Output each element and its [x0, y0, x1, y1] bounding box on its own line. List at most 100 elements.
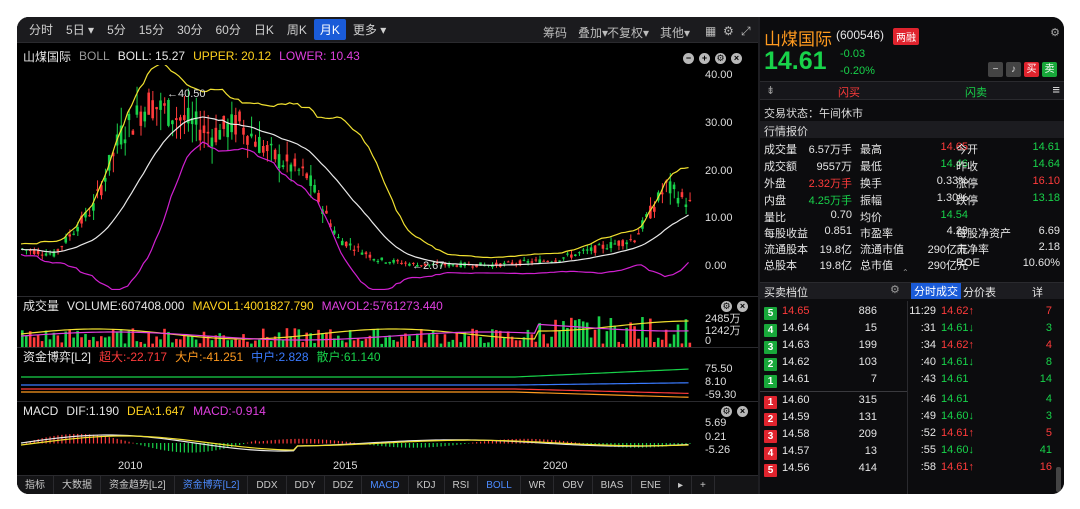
candle-body: [384, 262, 387, 264]
tick-time: :40: [920, 356, 936, 368]
gear-icon[interactable]: ⚙: [715, 52, 726, 64]
volume-bar: [435, 334, 439, 348]
ask-level-1: 1: [764, 375, 777, 388]
candle-body: [340, 240, 344, 246]
period-tab-2[interactable]: 5分: [101, 19, 132, 40]
macd-bar: [57, 435, 59, 444]
add-icon[interactable]: +: [692, 475, 715, 494]
macd-bar: [448, 443, 450, 446]
indicator-tab-5[interactable]: DDY: [287, 475, 325, 494]
bid-level-4: 4: [764, 447, 777, 460]
tick-time: :46: [920, 393, 936, 405]
indicator-tab-10[interactable]: BOLL: [478, 475, 521, 494]
period-tab-3[interactable]: 15分: [133, 19, 170, 40]
indicator-tab-2[interactable]: 资金趋势[L2]: [101, 475, 175, 494]
chevron-right-icon[interactable]: ▸: [670, 475, 692, 494]
candle-body: [32, 249, 36, 255]
last-price: 14.61: [764, 47, 827, 75]
gear-icon[interactable]: ⚙: [1050, 26, 1060, 39]
indicator-tab-9[interactable]: RSI: [445, 475, 479, 494]
period-tab-8[interactable]: 月K: [313, 19, 346, 40]
macd-bar: [112, 437, 114, 444]
indicator-tab-13[interactable]: BIAS: [593, 475, 633, 494]
indicator-select[interactable]: BOLL: [79, 49, 110, 63]
candle-body: [139, 111, 143, 126]
tab-detail[interactable]: 详: [1032, 284, 1043, 300]
indicator-tab-8[interactable]: KDJ: [409, 475, 445, 494]
tick-time: :58: [920, 461, 936, 473]
book-price: 14.61: [782, 373, 810, 385]
bell-icon[interactable]: ♪: [1006, 62, 1021, 77]
candle-body: [281, 165, 285, 168]
macd-bar: [124, 440, 126, 444]
period-tab-1[interactable]: 5日 ▾: [60, 19, 100, 40]
period-tab-9[interactable]: 更多 ▾: [347, 19, 392, 40]
volume-bar: [672, 334, 676, 348]
collapse-icon[interactable]: ⌃: [902, 268, 909, 277]
stat-4-2: 均价: [860, 212, 882, 224]
indicator-tab-4[interactable]: DDX: [248, 475, 287, 494]
candle-body: [680, 192, 684, 198]
sell-icon[interactable]: 卖: [1042, 62, 1057, 77]
flash-buy-button[interactable]: 闪买: [838, 84, 860, 100]
macd-bar: [416, 443, 418, 448]
buy-icon[interactable]: 买: [1024, 62, 1039, 77]
gear-icon[interactable]: ⚙: [890, 283, 900, 296]
fund-mid: 中户:2.828: [251, 350, 309, 364]
macd-bar: [262, 441, 264, 444]
book-price: 14.63: [782, 339, 810, 351]
candle-body: [206, 131, 210, 134]
toolbar-right-3[interactable]: 其他▾: [654, 22, 696, 43]
scrollbar[interactable]: [1056, 467, 1061, 492]
kline-chart[interactable]: ←40.50←2.67CSSSSSSSSSSCCSSSSSSS: [17, 65, 707, 299]
macd-bar: [436, 443, 438, 447]
indicator-tab-3[interactable]: 资金博弈[L2]: [175, 475, 249, 494]
macd-bar: [140, 443, 142, 446]
period-tab-6[interactable]: 日K: [248, 19, 280, 40]
indicator-tab-1[interactable]: 大数据: [54, 475, 101, 494]
indicator-tab-6[interactable]: DDZ: [325, 475, 363, 494]
volume-bar: [684, 319, 688, 348]
gear-icon[interactable]: ⚙: [721, 405, 732, 417]
book-volume: 209: [858, 428, 877, 440]
period-tab-0[interactable]: 分时: [23, 19, 59, 40]
candle-body: [688, 199, 692, 201]
close-icon[interactable]: ×: [737, 405, 748, 417]
menu-icon[interactable]: ≡: [1052, 82, 1060, 97]
minus-icon[interactable]: −: [683, 52, 694, 64]
period-tab-5[interactable]: 60分: [209, 19, 246, 40]
toolbar-right-0[interactable]: 筹码: [537, 22, 573, 43]
tick-volume: 4: [1045, 339, 1052, 351]
candle-body: [265, 145, 269, 152]
toolbar-right-2[interactable]: 不复权▾: [601, 22, 655, 43]
macd-bar: [476, 442, 478, 444]
x-axis-label: 2010: [118, 460, 143, 472]
expand-icon[interactable]: ⤢: [735, 22, 757, 41]
indicator-tab-14[interactable]: ENE: [632, 475, 670, 494]
macd-bar: [144, 443, 146, 447]
fund-title: 资金博弈[L2]: [23, 350, 92, 364]
tab-tick-trades[interactable]: 分时成交: [911, 283, 961, 299]
minus-icon[interactable]: −: [988, 62, 1003, 77]
flash-sell-button[interactable]: 闪卖: [965, 84, 987, 100]
candle-body: [344, 241, 348, 247]
indicator-tab-7[interactable]: MACD: [362, 475, 409, 494]
ask-level-4: 4: [764, 324, 777, 337]
macd-bar: [349, 442, 351, 444]
candle-body: [554, 260, 557, 262]
tick-price: 14.61↓: [941, 356, 975, 368]
macd-bar: [191, 443, 193, 453]
candle-body: [159, 100, 162, 110]
indicator-tab-0[interactable]: 指标: [17, 475, 54, 494]
close-icon[interactable]: ×: [731, 52, 742, 64]
plus-icon[interactable]: +: [699, 52, 710, 64]
indicator-tab-11[interactable]: WR: [521, 475, 555, 494]
macd-bar: [243, 443, 245, 445]
macd-bar: [318, 439, 320, 444]
indicator-tab-12[interactable]: OBV: [554, 475, 593, 494]
period-tab-7[interactable]: 周K: [281, 19, 313, 40]
tab-price-table[interactable]: 分价表: [963, 284, 996, 300]
upper-value: UPPER: 20.12: [193, 49, 272, 63]
period-tab-4[interactable]: 30分: [171, 19, 208, 40]
expand-icon[interactable]: ⇟: [766, 84, 775, 97]
